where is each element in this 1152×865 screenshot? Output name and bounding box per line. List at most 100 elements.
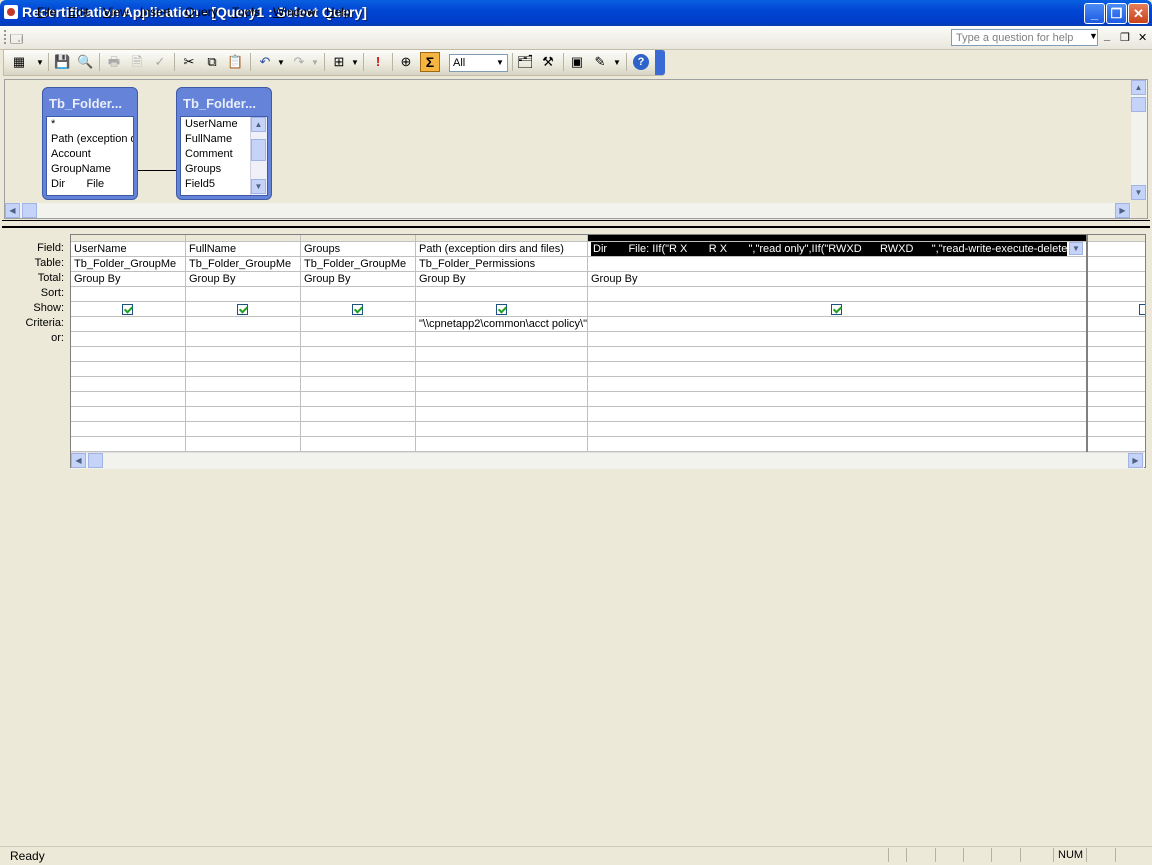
toolbar-options-button[interactable] xyxy=(655,50,665,75)
copy-icon[interactable]: ⧉ xyxy=(204,54,220,70)
grid-or-cell[interactable] xyxy=(416,332,588,347)
close-button[interactable]: ✕ xyxy=(1128,3,1149,24)
grid-total-cell[interactable]: Group By xyxy=(186,272,301,287)
properties-icon[interactable]: 🗂 xyxy=(517,54,534,70)
top-values-dropdown-icon[interactable]: ▼ xyxy=(494,56,506,70)
grid-empty-cell[interactable] xyxy=(301,437,416,452)
grid-empty-cell[interactable] xyxy=(71,407,186,422)
grid-empty-cell[interactable] xyxy=(71,422,186,437)
file-search-icon[interactable]: 🔍 xyxy=(77,54,93,70)
show-checkbox[interactable] xyxy=(352,304,363,315)
grid-empty-cell[interactable] xyxy=(588,362,1087,377)
grid-empty-cell[interactable] xyxy=(186,392,301,407)
grid-criteria-cell[interactable] xyxy=(301,317,416,332)
scroll-down-icon[interactable]: ▼ xyxy=(1131,185,1146,200)
column-selector[interactable] xyxy=(1087,235,1145,242)
grid-empty-cell[interactable] xyxy=(1087,362,1145,377)
scroll-down-icon[interactable]: ▼ xyxy=(251,179,266,194)
print-icon[interactable]: 🖶 xyxy=(106,54,122,70)
run-icon[interactable]: ! xyxy=(370,54,386,70)
field-list-item[interactable]: * xyxy=(47,117,133,132)
show-checkbox[interactable] xyxy=(496,304,507,315)
print-preview-icon[interactable]: 🗎 xyxy=(129,54,145,70)
grid-criteria-cell[interactable]: "\\cpnetapp2\common\acct policy\" xyxy=(416,317,588,332)
field-list-body[interactable]: * Path (exception d Account GroupName Di… xyxy=(46,116,134,196)
grid-total-cell[interactable]: Group By xyxy=(301,272,416,287)
scroll-up-icon[interactable]: ▲ xyxy=(1131,80,1146,95)
grid-empty-cell[interactable] xyxy=(416,377,588,392)
field-list-title[interactable]: Tb_Folder... xyxy=(49,96,122,111)
grid-or-cell[interactable] xyxy=(186,332,301,347)
undo-icon[interactable]: ↶ xyxy=(257,54,273,70)
totals-button[interactable]: Σ xyxy=(420,52,440,72)
grid-empty-cell[interactable] xyxy=(186,377,301,392)
grid-empty-cell[interactable] xyxy=(588,407,1087,422)
grid-sort-cell[interactable] xyxy=(301,287,416,302)
grid-empty-cell[interactable] xyxy=(71,377,186,392)
grid-field-cell[interactable]: Path (exception dirs and files) xyxy=(416,242,588,257)
grid-empty-cell[interactable] xyxy=(416,422,588,437)
save-icon[interactable]: 💾 xyxy=(54,54,70,70)
column-selector[interactable] xyxy=(416,235,588,242)
top-values-combo[interactable]: All ▼ xyxy=(449,54,508,72)
grid-empty-cell[interactable] xyxy=(186,347,301,362)
join-line[interactable] xyxy=(138,170,176,171)
view-dropdown-icon[interactable]: ▼ xyxy=(36,58,44,67)
builder-icon[interactable]: ⚒ xyxy=(540,54,556,70)
grid-or-cell[interactable] xyxy=(301,332,416,347)
field-list-item[interactable]: GroupName xyxy=(47,162,133,177)
spelling-icon[interactable]: ✓ xyxy=(152,54,168,70)
grid-field-cell[interactable] xyxy=(1087,242,1145,257)
grid-criteria-cell[interactable] xyxy=(588,317,1087,332)
show-table-icon[interactable]: ⊕ xyxy=(398,54,414,70)
new-object-dropdown-icon[interactable]: ▼ xyxy=(613,58,621,67)
column-selector[interactable] xyxy=(186,235,301,242)
cut-icon[interactable]: ✂ xyxy=(181,54,197,70)
menu-edit[interactable]: Edit xyxy=(68,5,89,19)
minimize-button[interactable]: _ xyxy=(1084,3,1105,24)
pane-splitter[interactable] xyxy=(2,220,1150,228)
grid-field-cell[interactable]: UserName xyxy=(71,242,186,257)
grid-or-cell[interactable] xyxy=(1087,332,1145,347)
scroll-left-icon[interactable]: ◀ xyxy=(71,453,86,468)
menu-tools[interactable]: Tools xyxy=(232,5,260,19)
grid-empty-cell[interactable] xyxy=(588,392,1087,407)
grid-empty-cell[interactable] xyxy=(588,422,1087,437)
document-icon[interactable]: 🗔 xyxy=(10,30,26,46)
field-dropdown-icon[interactable]: ▼ xyxy=(1069,242,1083,255)
column-selector[interactable] xyxy=(71,235,186,242)
scroll-thumb[interactable] xyxy=(1131,97,1146,112)
scroll-thumb[interactable] xyxy=(251,139,266,161)
grid-hscrollbar[interactable]: ◀ ▶ xyxy=(71,452,1144,469)
grid-empty-cell[interactable] xyxy=(186,407,301,422)
scroll-right-icon[interactable]: ▶ xyxy=(1128,453,1143,468)
grid-empty-cell[interactable] xyxy=(71,362,186,377)
menu-window[interactable]: Window xyxy=(273,5,316,19)
grid-empty-cell[interactable] xyxy=(71,392,186,407)
mdi-restore-button[interactable]: ❐ xyxy=(1120,31,1130,44)
grid-empty-cell[interactable] xyxy=(1087,377,1145,392)
show-checkbox[interactable] xyxy=(237,304,248,315)
grid-empty-cell[interactable] xyxy=(186,362,301,377)
database-window-icon[interactable]: ▣ xyxy=(569,54,585,70)
menu-help[interactable]: Help xyxy=(326,5,351,19)
grid-table-cell[interactable]: Tb_Folder_GroupMe xyxy=(186,257,301,272)
scroll-right-icon[interactable]: ▶ xyxy=(1115,203,1130,218)
menu-query[interactable]: Query xyxy=(185,5,218,19)
mdi-minimize-button[interactable]: _ xyxy=(1104,30,1110,42)
query-type-dropdown-icon[interactable]: ▼ xyxy=(351,58,359,67)
new-object-icon[interactable]: ✎ xyxy=(592,54,608,70)
scroll-thumb[interactable] xyxy=(22,203,37,218)
grid-empty-cell[interactable] xyxy=(1087,407,1145,422)
grid-field-editor[interactable]: Dir File: IIf("R X R X ","read only",IIf… xyxy=(591,242,1067,256)
table-pane-vscrollbar[interactable]: ▲ ▼ xyxy=(1131,80,1147,200)
table-pane-hscrollbar[interactable]: ◀ ▶ xyxy=(5,203,1131,218)
field-list-folder-permissions[interactable]: Tb_Folder... * Path (exception d Account… xyxy=(42,87,138,200)
grid-empty-cell[interactable] xyxy=(416,362,588,377)
grid-empty-cell[interactable] xyxy=(588,377,1087,392)
show-checkbox[interactable] xyxy=(122,304,133,315)
field-list-item[interactable]: Dir File xyxy=(47,177,133,192)
grid-table-cell[interactable]: Tb_Folder_Permissions xyxy=(416,257,588,272)
grid-or-cell[interactable] xyxy=(71,332,186,347)
menu-grip[interactable] xyxy=(4,30,8,44)
